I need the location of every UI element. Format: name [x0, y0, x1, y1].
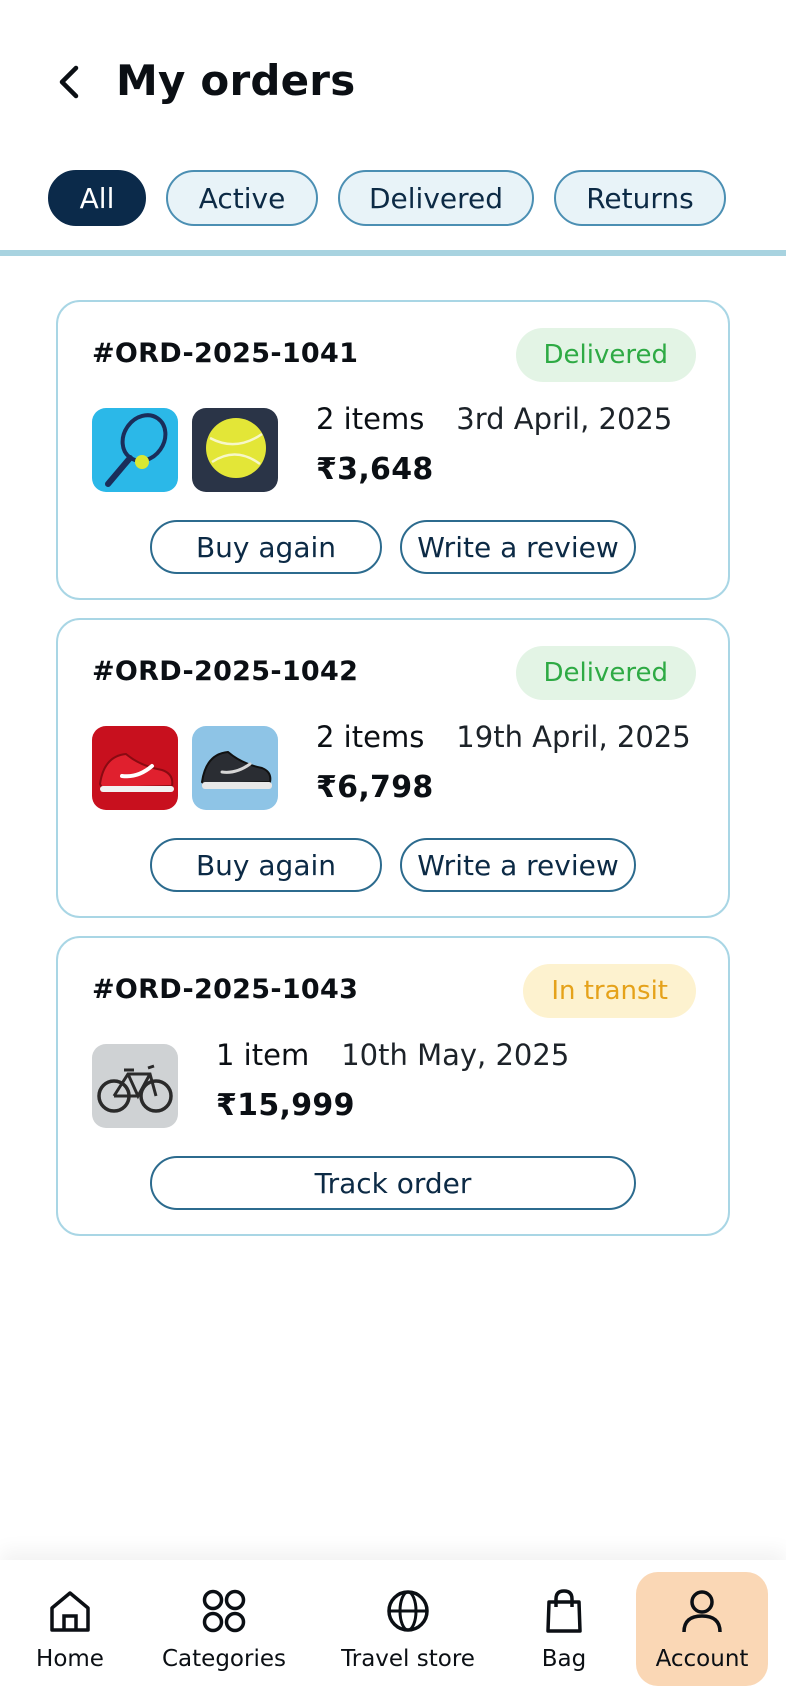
status-badge: In transit	[523, 964, 696, 1018]
order-card[interactable]: #ORD-2025-1042 Delivered 2 items 19th Ap…	[56, 618, 730, 918]
categories-icon	[202, 1589, 246, 1633]
order-price: ₹15,999	[216, 1088, 355, 1123]
buy-again-button[interactable]: Buy again	[150, 520, 382, 574]
order-id: #ORD-2025-1043	[92, 974, 359, 1005]
bicycle-icon	[97, 1064, 173, 1113]
shoe-icon	[200, 750, 272, 789]
tennis-ball-icon	[206, 418, 266, 478]
tab-divider	[0, 250, 786, 256]
order-id: #ORD-2025-1042	[92, 656, 359, 687]
product-thumbnail-black-shoe[interactable]	[192, 726, 278, 810]
order-meta: 2 items 19th April, 2025 ₹6,798	[316, 720, 691, 805]
page-title: My orders	[116, 56, 356, 105]
nav-categories[interactable]: Categories	[158, 1572, 290, 1686]
account-icon	[682, 1590, 722, 1633]
order-actions: Buy again Write a review	[150, 520, 636, 574]
bottom-nav: Home Categories Travel store Bag Account	[0, 1560, 786, 1704]
order-price: ₹6,798	[316, 770, 434, 805]
nav-account[interactable]: Account	[636, 1572, 768, 1686]
header: My orders	[0, 0, 786, 170]
order-price: ₹3,648	[316, 452, 434, 487]
item-count: 2 items	[316, 720, 425, 754]
order-meta: 1 item 10th May, 2025 ₹15,999	[216, 1038, 569, 1123]
item-count: 2 items	[316, 402, 425, 436]
nav-label: Home	[36, 1646, 104, 1672]
order-thumbnails	[92, 1044, 178, 1128]
product-thumbnail-red-shoe[interactable]	[92, 726, 178, 810]
nav-label: Account	[655, 1646, 749, 1672]
order-actions: Buy again Write a review	[150, 838, 636, 892]
nav-bag[interactable]: Bag	[524, 1572, 604, 1686]
nav-travel-store[interactable]: Travel store	[340, 1572, 476, 1686]
write-review-button[interactable]: Write a review	[400, 520, 636, 574]
chevron-left-icon	[59, 65, 79, 99]
tab-active[interactable]: Active	[166, 170, 318, 226]
tab-returns[interactable]: Returns	[554, 170, 726, 226]
product-thumbnail-tennis-ball[interactable]	[192, 408, 278, 492]
item-count: 1 item	[216, 1038, 310, 1072]
order-date: 19th April, 2025	[456, 720, 691, 754]
write-review-button[interactable]: Write a review	[400, 838, 636, 892]
status-badge: Delivered	[515, 328, 696, 382]
nav-label: Categories	[162, 1646, 286, 1672]
buy-again-button[interactable]: Buy again	[150, 838, 382, 892]
order-date: 10th May, 2025	[341, 1038, 570, 1072]
product-thumbnail-bicycle[interactable]	[92, 1044, 178, 1128]
filter-tabs: All Active Delivered Returns	[48, 170, 726, 226]
order-card[interactable]: #ORD-2025-1043 In transit 1 item 10th Ma…	[56, 936, 730, 1236]
tennis-racket-icon	[105, 413, 168, 487]
order-thumbnails	[92, 726, 278, 810]
order-id: #ORD-2025-1041	[92, 338, 359, 369]
status-badge: Delivered	[515, 646, 696, 700]
order-date: 3rd April, 2025	[456, 402, 673, 436]
order-actions: Track order	[150, 1156, 636, 1210]
order-meta: 2 items 3rd April, 2025 ₹3,648	[316, 402, 672, 487]
track-order-button[interactable]: Track order	[150, 1156, 636, 1210]
nav-home[interactable]: Home	[20, 1572, 120, 1686]
tab-delivered[interactable]: Delivered	[338, 170, 534, 226]
product-thumbnail-tennis-racket[interactable]	[92, 408, 178, 492]
order-thumbnails	[92, 408, 278, 492]
globe-icon	[387, 1590, 429, 1632]
nav-label: Travel store	[341, 1646, 475, 1672]
nav-label: Bag	[541, 1646, 587, 1672]
order-card[interactable]: #ORD-2025-1041 Delivered 2 items 3rd Apr…	[56, 300, 730, 600]
shoe-icon	[98, 752, 174, 792]
back-button[interactable]	[48, 60, 92, 104]
home-icon	[50, 1591, 90, 1632]
tab-all[interactable]: All	[48, 170, 146, 226]
bag-icon	[546, 1589, 582, 1633]
